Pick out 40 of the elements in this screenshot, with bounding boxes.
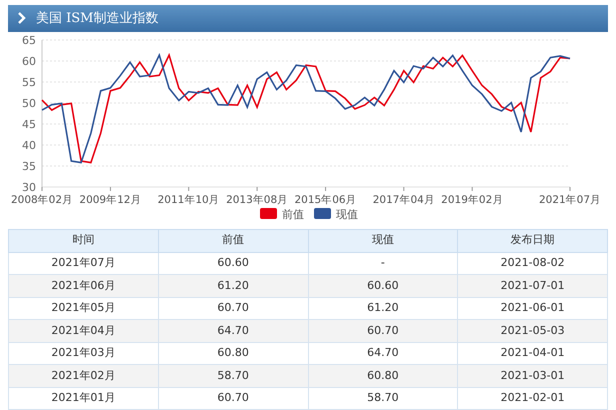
- chevron-icon: [18, 12, 26, 24]
- x-tick-label: 2021年07月: [538, 194, 602, 206]
- table-cell: 2021-07-01: [458, 274, 608, 297]
- legend-label: 现值: [336, 208, 358, 220]
- x-tick-label: 2013年08月: [226, 194, 288, 206]
- x-tick-label: 2008年02月: [10, 194, 74, 206]
- table-cell: 2021年02月: [8, 364, 158, 387]
- column-header: 现值: [308, 229, 458, 252]
- y-tick-label: 45: [22, 118, 36, 130]
- y-tick-label: 50: [22, 96, 36, 110]
- table-cell: 60.70: [308, 320, 458, 342]
- table-cell: 2021年04月: [8, 320, 158, 342]
- table-cell: 2021-03-01: [458, 364, 608, 387]
- table-cell: 64.70: [158, 320, 308, 342]
- y-tick-label: 30: [22, 180, 36, 194]
- y-tick-label: 55: [22, 76, 36, 88]
- legend-label: 前值: [282, 208, 304, 220]
- table-cell: 61.20: [158, 274, 308, 297]
- column-header: 时间: [8, 229, 158, 252]
- column-header: 发布日期: [458, 229, 608, 252]
- table-cell: 60.70: [158, 387, 308, 410]
- table-cell: 58.70: [308, 387, 458, 410]
- x-tick-label: 2019年02月: [441, 194, 504, 206]
- table-cell: 60.60: [308, 274, 458, 297]
- table-cell: 2021年01月: [8, 387, 158, 410]
- section-title: 美国 ISM制造业指数: [36, 10, 158, 28]
- table-cell: 2021-05-03: [458, 320, 608, 342]
- table-cell: 58.70: [158, 364, 308, 387]
- table-cell: 60.80: [308, 364, 458, 387]
- table-cell: 2021年06月: [8, 274, 158, 297]
- y-tick-label: 40: [22, 138, 36, 152]
- column-header: 前值: [158, 229, 308, 252]
- y-tick-label: 60: [22, 54, 36, 68]
- x-tick-label: 2009年12月: [79, 194, 142, 206]
- x-tick-label: 2011年10月: [158, 194, 220, 206]
- x-tick-label: 2017年04月: [372, 194, 435, 206]
- x-tick-label: 2015年06月: [294, 194, 357, 206]
- y-tick-label: 65: [22, 34, 36, 46]
- y-tick-label: 35: [22, 160, 36, 172]
- table-cell: 2021-02-01: [458, 387, 608, 410]
